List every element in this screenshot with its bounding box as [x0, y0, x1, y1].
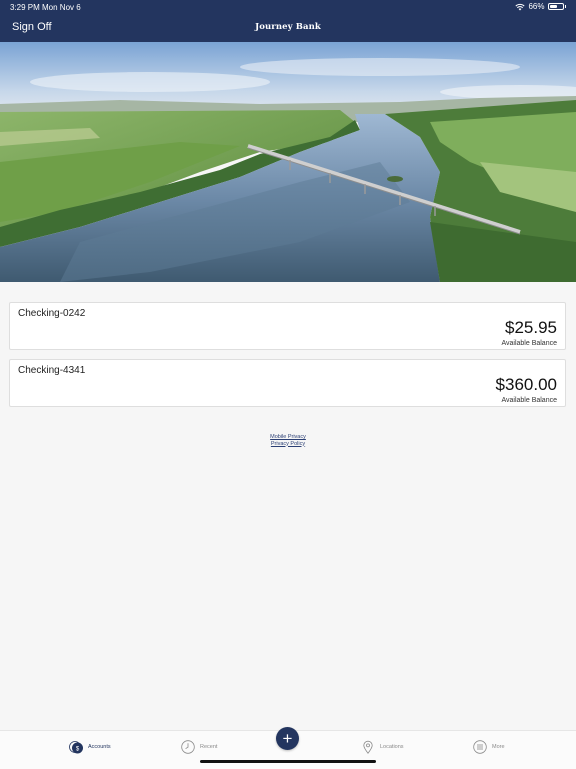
hero-image [0, 42, 576, 282]
privacy-links: Mobile Privacy Privacy Policy [0, 434, 576, 447]
home-indicator [200, 760, 376, 763]
tab-recent[interactable]: Recent [181, 739, 217, 755]
account-balance: $25.95 [505, 318, 557, 337]
location-pin-icon [363, 740, 373, 754]
account-card[interactable]: Checking-4341 $360.00 Available Balance [9, 359, 566, 407]
balance-label: Available Balance [501, 397, 557, 404]
tab-accounts[interactable]: $ Accounts [69, 739, 111, 755]
tab-locations[interactable]: Locations [361, 739, 404, 755]
battery-nub [564, 5, 566, 8]
tab-more[interactable]: More [473, 739, 505, 755]
tab-label: More [492, 744, 505, 750]
app-header: 3:29 PM Mon Nov 6 66% Sign Off Journey B… [0, 0, 576, 42]
account-card[interactable]: Checking-0242 $25.95 Available Balance [9, 302, 566, 350]
menu-icon [473, 740, 487, 754]
add-button[interactable]: + [276, 727, 299, 750]
status-indicators: 66% [515, 2, 566, 11]
aerial-river-bridge-photo [0, 42, 576, 282]
battery-percent: 66% [528, 2, 545, 11]
battery-icon [547, 3, 564, 10]
status-time: 3:29 PM [10, 3, 40, 12]
battery-fill [549, 5, 558, 8]
status-date: Mon Nov 6 [42, 3, 81, 12]
wifi-icon [515, 3, 526, 10]
tab-bar: $ Accounts Recent + Locations More [0, 727, 576, 769]
tab-label: Locations [380, 744, 404, 750]
tab-label: Accounts [88, 744, 111, 750]
tab-label: Recent [200, 744, 218, 750]
balance-label: Available Balance [501, 340, 557, 347]
status-bar: 3:29 PM Mon Nov 6 66% [0, 0, 576, 14]
brand-title: Journey Bank [255, 22, 321, 32]
accounts-icon: $ [69, 741, 83, 754]
clock-icon [181, 740, 195, 754]
account-name: Checking-0242 [18, 308, 86, 319]
privacy-policy-link[interactable]: Privacy Policy [0, 441, 576, 448]
account-name: Checking-4341 [18, 365, 86, 376]
account-balance: $360.00 [495, 375, 557, 394]
